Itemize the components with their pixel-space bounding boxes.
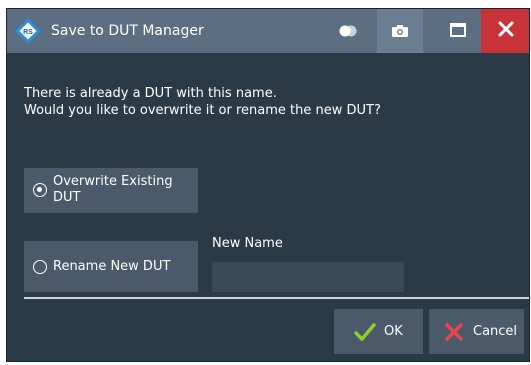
svg-text:RS: RS — [23, 29, 33, 36]
rename-new-label: Rename New DUT — [53, 259, 171, 274]
screenshot-button[interactable] — [377, 9, 423, 53]
radio-unselected-icon[interactable] — [33, 260, 47, 274]
separator — [24, 297, 529, 299]
close-icon — [498, 21, 514, 41]
maximize-button[interactable] — [435, 9, 481, 53]
cross-icon — [443, 321, 465, 343]
window-title: Save to DUT Manager — [51, 23, 204, 39]
rename-new-option[interactable]: Rename New DUT — [24, 241, 198, 292]
close-button[interactable] — [481, 9, 529, 53]
message-line-2: Would you like to overwrite it or rename… — [24, 103, 381, 118]
checkmark-icon — [354, 321, 376, 343]
camera-icon — [392, 22, 408, 41]
overwrite-existing-option[interactable]: Overwrite Existing DUT — [24, 168, 198, 213]
title-bar[interactable]: RS Save to DUT Manager — [7, 9, 529, 53]
overwrite-existing-label: Overwrite Existing DUT — [53, 174, 173, 205]
ok-button[interactable]: OK — [334, 309, 423, 354]
rohde-schwarz-logo-icon: RS — [15, 18, 41, 44]
toggle-button[interactable] — [325, 9, 371, 53]
cancel-button[interactable]: Cancel — [429, 309, 524, 354]
maximize-icon — [450, 22, 466, 41]
cancel-label: Cancel — [473, 324, 518, 339]
save-to-dut-dialog: RS Save to DUT Manager There is already … — [6, 8, 530, 362]
message-line-1: There is already a DUT with this name. — [24, 86, 277, 101]
radio-selected-icon[interactable] — [33, 183, 47, 197]
message-text: There is already a DUT with this name. W… — [24, 85, 381, 119]
new-name-label: New Name — [212, 236, 283, 251]
ok-label: OK — [384, 324, 403, 339]
toggle-icon — [338, 22, 358, 41]
new-name-input[interactable] — [212, 262, 404, 292]
